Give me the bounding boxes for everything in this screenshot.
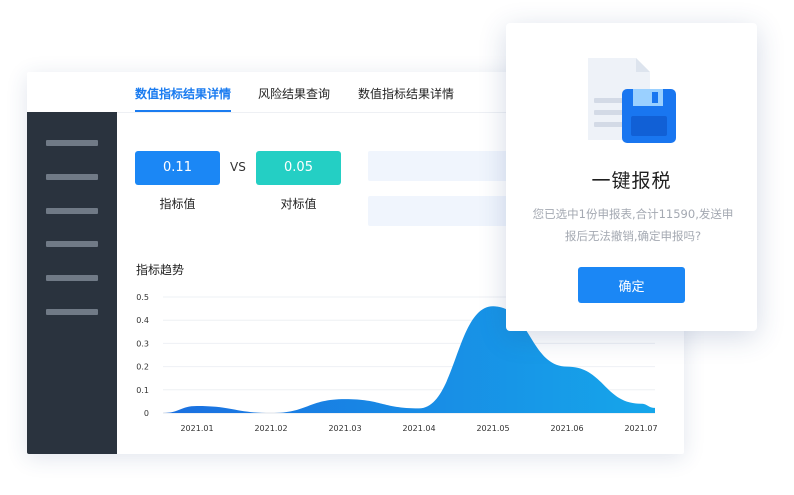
- dialog-message: 您已选中1份申报表,合计11590,发送申报后无法撤销,确定申报吗?: [532, 207, 734, 243]
- x-tick-label: 2021.04: [402, 424, 435, 433]
- y-tick-label: 0.2: [136, 363, 149, 372]
- x-tick-label: 2021.01: [180, 424, 213, 433]
- sidebar-item-2[interactable]: [46, 174, 98, 180]
- target-value-label: 对标值: [280, 197, 317, 211]
- dialog-title: 一键报税: [591, 170, 672, 192]
- floppy-save-icon: [588, 58, 676, 143]
- y-tick-label: 0.4: [136, 316, 149, 325]
- indicator-value-label: 指标值: [159, 197, 196, 211]
- y-tick-label: 0.3: [136, 339, 149, 348]
- sidebar-item-1[interactable]: [46, 140, 98, 146]
- y-tick-label: 0.5: [136, 293, 149, 302]
- y-tick-label: 0: [144, 409, 149, 418]
- sidebar: [27, 112, 117, 454]
- active-tab-indicator: [135, 110, 231, 112]
- x-tick-label: 2021.02: [254, 424, 287, 433]
- indicator-value-badge: 0.11: [135, 151, 220, 185]
- y-tick-label: 0.1: [136, 386, 149, 395]
- x-tick-label: 2021.05: [476, 424, 509, 433]
- sidebar-item-3[interactable]: [46, 208, 98, 214]
- x-tick-label: 2021.03: [328, 424, 361, 433]
- sidebar-item-6[interactable]: [46, 309, 98, 315]
- sidebar-item-5[interactable]: [46, 275, 98, 281]
- trend-title: 指标趋势: [136, 263, 185, 277]
- x-tick-label: 2021.07: [624, 424, 657, 433]
- sidebar-item-4[interactable]: [46, 241, 98, 247]
- tax-filing-dialog: 一键报税 您已选中1份申报表,合计11590,发送申报后无法撤销,确定申报吗? …: [506, 23, 757, 331]
- tab-indicator-detail[interactable]: 数值指标结果详情: [135, 85, 231, 102]
- tab-indicator-detail-2[interactable]: 数值指标结果详情: [358, 85, 454, 102]
- x-tick-label: 2021.06: [550, 424, 583, 433]
- vs-label: VS: [230, 160, 246, 174]
- confirm-button[interactable]: 确定: [578, 267, 685, 303]
- target-value-badge: 0.05: [256, 151, 341, 185]
- tab-risk-query[interactable]: 风险结果查询: [258, 85, 330, 102]
